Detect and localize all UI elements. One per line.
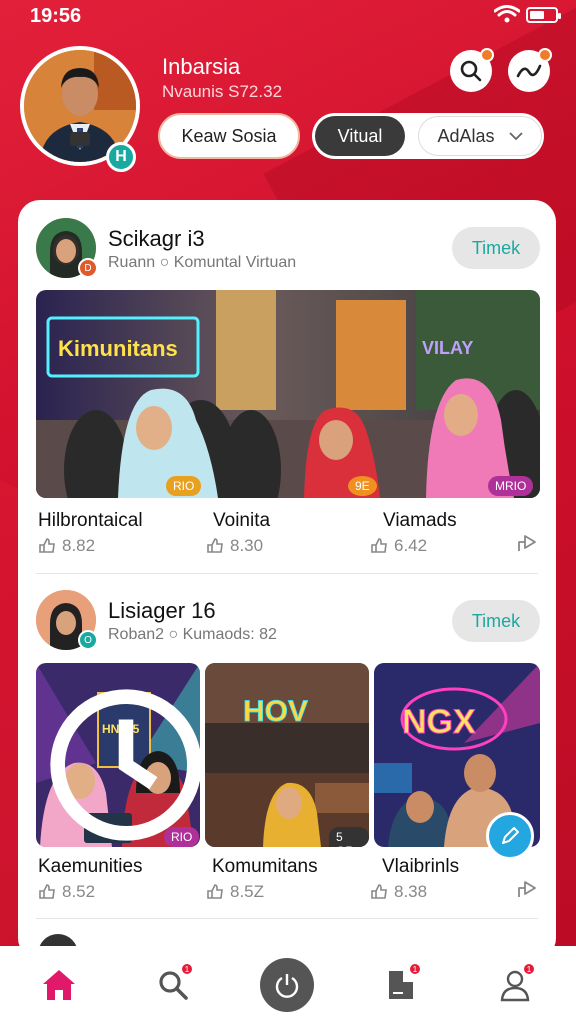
photo-badge: MRIO <box>488 476 534 496</box>
wifi-icon <box>494 5 520 23</box>
nav-library[interactable]: 1 <box>374 958 428 1012</box>
post-title: Lisiager 16 <box>108 598 216 623</box>
avatar-badge: H <box>106 142 136 172</box>
avatar-badge: O <box>78 630 98 650</box>
nav-power[interactable] <box>260 958 314 1012</box>
item-stat-value: 8.38 <box>394 882 428 901</box>
post-subtitle: Roban2 ○ Kumaods: 82 <box>108 626 277 643</box>
edit-fab-button[interactable] <box>486 812 534 860</box>
profile-avatar-wrap[interactable]: H <box>20 46 140 176</box>
profile-subtitle: Nvaunis S72.32 <box>162 82 283 101</box>
tab-keaw-sosia[interactable]: Keaw Sosia <box>158 113 300 159</box>
share-icon[interactable] <box>516 878 538 900</box>
item-stat-value: 8.30 <box>230 536 264 555</box>
photo-sign: NGX <box>402 703 476 741</box>
notification-dot <box>538 48 552 62</box>
battery-icon <box>526 7 561 23</box>
item-stat-value: 6.42 <box>394 536 428 555</box>
status-bar: 19:56 <box>0 0 576 34</box>
item-stat-value: 8.82 <box>62 536 96 555</box>
photo-badge: RIO <box>164 827 200 847</box>
thumb-icon <box>39 884 55 899</box>
notification-dot: 1 <box>180 962 194 976</box>
photo-badge: RIO <box>166 476 202 496</box>
clock-icon <box>50 689 200 841</box>
tab-adalas[interactable]: AdAlas <box>418 116 542 156</box>
home-icon <box>43 970 75 1000</box>
search-button[interactable] <box>450 48 494 92</box>
share-icon[interactable] <box>516 532 538 554</box>
tab-adalas-label: AdAlas <box>437 125 495 146</box>
post-subtitle: Ruann ○ Komuntal Virtuan <box>108 254 297 271</box>
follow-button[interactable]: Timek <box>452 227 540 269</box>
item-stat[interactable]: 6.42 <box>370 536 427 556</box>
neon-sign-right: VILAY <box>422 338 473 358</box>
item-caption: Komumitans <box>212 856 318 877</box>
profile-name: Inbarsia <box>162 54 241 79</box>
pencil-icon <box>502 827 519 844</box>
nav-search[interactable]: 1 <box>146 958 200 1012</box>
trend-button[interactable] <box>508 48 552 92</box>
notification-dot: 1 <box>522 962 536 976</box>
neon-sign-left: Kimunitans <box>58 336 178 361</box>
photo-badge: 9E <box>348 476 377 496</box>
feed-card: D Scikagr i3 Ruann ○ Komuntal Virtuan Ti… <box>18 200 556 960</box>
avatar-badge: D <box>78 258 98 278</box>
item-stat-value: 8.5Z <box>230 882 265 901</box>
trend-icon <box>516 64 542 78</box>
thumb-icon <box>371 884 387 899</box>
tab-vitual[interactable]: Vitual <box>315 116 405 156</box>
follow-button[interactable]: Timek <box>452 600 540 642</box>
item-stat-value: 8.52 <box>62 882 96 901</box>
photo-badge: 5 OR <box>329 827 369 847</box>
item-caption: Voinita <box>213 510 271 531</box>
post-photo[interactable]: HNI 25 RIO <box>36 663 200 847</box>
item-stat[interactable]: 8.5Z <box>206 882 264 902</box>
chevron-down-icon <box>508 132 523 141</box>
notification-dot <box>480 48 494 62</box>
thumb-icon <box>371 538 387 553</box>
item-stat[interactable]: 8.38 <box>370 882 427 902</box>
notification-dot: 1 <box>408 962 422 976</box>
search-icon <box>460 60 482 82</box>
item-caption: Kaemunities <box>38 856 143 877</box>
photo-sign: HOV <box>243 695 308 728</box>
divider <box>36 918 538 919</box>
item-stat[interactable]: 8.82 <box>38 536 95 556</box>
item-caption: Vlaibrinls <box>382 856 460 877</box>
post-2: O Lisiager 16 Roban2 ○ Kumaods: 82 Timek… <box>18 574 556 944</box>
post-title: Scikagr i3 <box>108 226 205 251</box>
post-1: D Scikagr i3 Ruann ○ Komuntal Virtuan Ti… <box>18 200 556 570</box>
thumb-icon <box>207 538 223 553</box>
post-photo[interactable]: Kimunitans VILAY RIO 9E MRIO <box>36 290 540 498</box>
bottom-nav: 1 1 1 <box>0 946 576 1024</box>
item-caption: Viamads <box>383 510 457 531</box>
post-photo[interactable]: HOV 5 OR <box>205 663 369 847</box>
nav-profile[interactable]: 1 <box>488 958 542 1012</box>
item-stat[interactable]: 8.52 <box>38 882 95 902</box>
thumb-icon <box>39 538 55 553</box>
thumb-icon <box>207 884 223 899</box>
power-icon <box>275 974 299 998</box>
item-stat[interactable]: 8.30 <box>206 536 263 556</box>
item-caption: Hilbrontaical <box>38 510 143 531</box>
nav-home[interactable] <box>32 958 86 1012</box>
status-time: 19:56 <box>30 5 82 27</box>
